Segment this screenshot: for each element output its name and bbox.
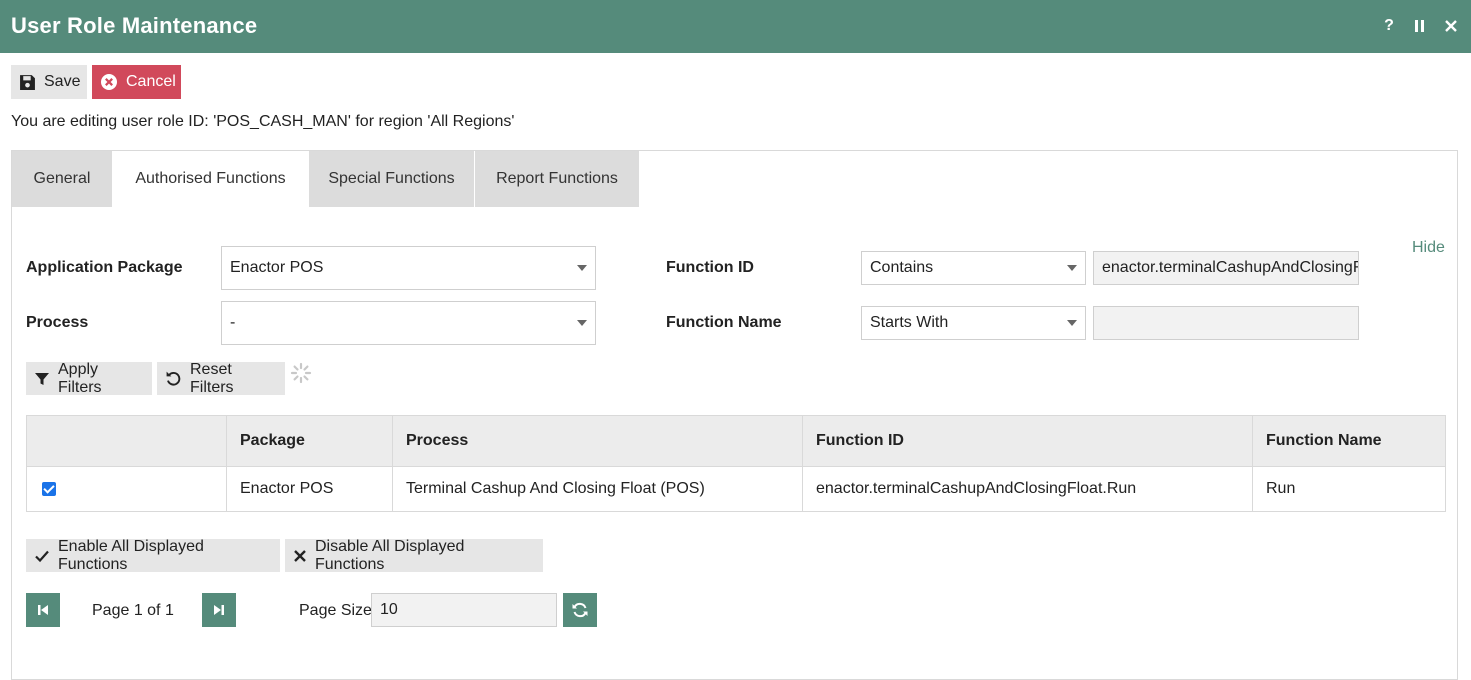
function-id-label: Function ID [666,259,754,276]
cancel-icon [101,74,117,90]
application-package-select[interactable]: Enactor POS [221,246,596,290]
page-size-label: Page Size [299,602,372,619]
row-package: Enactor POS [227,467,393,511]
chevron-down-icon [577,320,587,326]
process-label: Process [26,314,89,331]
first-page-icon [38,605,48,615]
editing-info-text: You are editing user role ID: 'POS_CASH_… [11,113,515,130]
row-select-cell [27,467,227,511]
hide-filters-link[interactable]: Hide [1412,239,1445,257]
save-label: Save [44,73,81,90]
save-icon [20,74,35,90]
page-size-input[interactable]: 10 [371,593,557,627]
disable-all-displayed-button[interactable]: Disable All Displayed Functions [285,537,543,573]
apply-filters-label: Apply Filters [58,360,102,396]
x-icon [294,549,306,562]
pause-icon[interactable] [1410,15,1430,37]
column-header-package[interactable]: Package [227,416,393,466]
tab-report-functions[interactable]: Report Functions [475,151,640,207]
column-header-process[interactable]: Process [393,416,803,466]
loading-spinner-icon [290,362,312,384]
cancel-label: Cancel [126,73,176,90]
tab-special-functions[interactable]: Special Functions [309,151,475,207]
chevron-down-icon [1067,265,1077,271]
function-name-operator-select[interactable]: Starts With [861,306,1086,340]
application-package-value: Enactor POS [230,259,324,276]
filter-icon [35,372,49,385]
column-header-select [27,416,227,466]
tab-panel: General Authorised Functions Special Fun… [11,150,1458,680]
enable-all-label: Enable All Displayed Functions [58,537,204,573]
column-header-function-name[interactable]: Function Name [1253,416,1445,466]
last-page-button[interactable] [202,593,236,627]
chevron-down-icon [1067,320,1077,326]
row-process: Terminal Cashup And Closing Float (POS) [393,467,803,511]
last-page-icon [214,605,224,615]
row-function-id: enactor.terminalCashupAndClosingFloat.Ru… [803,467,1253,511]
tab-authorised-functions[interactable]: Authorised Functions [113,151,309,207]
page-indicator: Page 1 of 1 [92,602,174,619]
tab-general[interactable]: General [12,151,113,207]
refresh-icon [572,602,588,618]
close-icon[interactable] [1441,15,1461,37]
window-title: User Role Maintenance [11,13,258,38]
window-titlebar: User Role Maintenance ? [0,0,1471,53]
column-header-function-id[interactable]: Function ID [803,416,1253,466]
functions-table: Package Process Function ID Function Nam… [26,415,1446,512]
first-page-button[interactable] [26,593,60,627]
process-value: - [230,314,236,331]
table-row: Enactor POS Terminal Cashup And Closing … [27,467,1445,511]
checkmark-icon [35,550,49,562]
reset-filters-label: Reset Filters [190,360,234,396]
function-name-label: Function Name [666,314,782,331]
process-select[interactable]: - [221,301,596,345]
undo-icon [166,371,181,386]
function-id-operator-value: Contains [870,259,934,276]
reset-filters-button[interactable]: Reset Filters [157,360,285,396]
table-header: Package Process Function ID Function Nam… [27,416,1445,467]
row-enabled-checkbox[interactable] [42,482,56,496]
function-id-input[interactable]: enactor.terminalCashupAndClosingFloat.Ru… [1093,251,1359,285]
chevron-down-icon [577,265,587,271]
refresh-button[interactable] [563,593,597,627]
application-package-label: Application Package [26,259,183,276]
apply-filters-button[interactable]: Apply Filters [26,360,152,396]
cancel-button[interactable]: Cancel [92,65,181,99]
function-id-operator-select[interactable]: Contains [861,251,1086,285]
enable-all-displayed-button[interactable]: Enable All Displayed Functions [26,537,280,573]
save-button[interactable]: Save [11,65,87,99]
row-function-name: Run [1266,480,1296,497]
function-name-input[interactable] [1093,306,1359,340]
help-icon[interactable]: ? [1379,15,1399,37]
disable-all-label: Disable All Displayed Functions [315,537,465,573]
function-name-operator-value: Starts With [870,314,949,331]
